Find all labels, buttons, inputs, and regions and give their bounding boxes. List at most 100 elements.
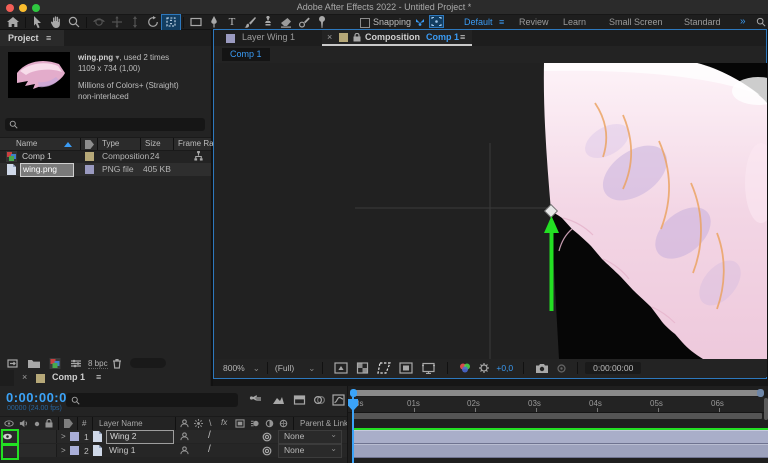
time-navigator[interactable]: [352, 390, 762, 396]
show-snapshot-icon[interactable]: [555, 363, 568, 374]
orbit-camera-tool[interactable]: [90, 15, 108, 30]
exposure-value[interactable]: +0,0: [496, 363, 513, 373]
grid-guide-options-icon[interactable]: [334, 362, 348, 374]
mini-flowchart-icon[interactable]: [193, 151, 204, 162]
hand-tool[interactable]: [47, 15, 65, 30]
mask-path-visibility-icon[interactable]: [399, 362, 413, 374]
magnification-chevron-icon[interactable]: ⌄: [253, 363, 260, 374]
parent-pickwhip-icon[interactable]: [262, 432, 272, 442]
shy-layers-icon[interactable]: [293, 394, 306, 406]
tab-close-icon[interactable]: ×: [327, 32, 332, 42]
rotation-tool[interactable]: [144, 15, 162, 30]
layer-color-chip[interactable]: [70, 446, 79, 455]
layer-name-box[interactable]: Wing 2: [106, 430, 174, 444]
brush-tool[interactable]: [241, 15, 259, 30]
timeline-tab-close-icon[interactable]: ×: [22, 372, 27, 382]
project-search-input[interactable]: [5, 118, 205, 131]
snapping-checkbox[interactable]: [360, 18, 370, 28]
layer-color-chip[interactable]: [70, 432, 79, 441]
pen-tool[interactable]: [205, 15, 223, 30]
composition-viewer-tab[interactable]: × Composition Comp 1 ≡: [322, 30, 472, 46]
parent-dropdown[interactable]: None ⌄: [278, 444, 342, 458]
home-button[interactable]: [4, 15, 22, 30]
dolly-camera-tool[interactable]: [126, 15, 144, 30]
layer-viewer-tab[interactable]: Layer Wing 1: [242, 32, 295, 42]
shy-switch[interactable]: [180, 432, 189, 441]
frame-blending-icon[interactable]: [313, 394, 326, 406]
workspace-tab-default[interactable]: Default: [464, 17, 493, 27]
navigator-end-handle[interactable]: [757, 389, 764, 397]
quality-switch[interactable]: /: [208, 444, 211, 455]
bit-depth-button[interactable]: 8 bpc: [88, 359, 108, 369]
current-timecode[interactable]: 0:00:00:00: [6, 390, 75, 405]
column-size[interactable]: Size: [145, 139, 161, 148]
resolution-chevron-icon[interactable]: ⌄: [308, 363, 315, 374]
solo-toggle[interactable]: [29, 444, 44, 457]
lock-toggle[interactable]: [43, 430, 57, 443]
sort-ascending-icon[interactable]: [64, 142, 72, 147]
quality-switch[interactable]: /: [208, 430, 211, 441]
timeline-panel-menu-icon[interactable]: ≡: [96, 372, 101, 382]
composition-viewer[interactable]: [215, 63, 767, 359]
resolution-dropdown[interactable]: (Full): [275, 363, 294, 373]
lock-icon[interactable]: [353, 33, 361, 42]
workspace-overflow-chevron[interactable]: »: [740, 16, 746, 27]
region-of-interest-icon[interactable]: [377, 362, 391, 374]
zoom-tool[interactable]: [65, 15, 83, 30]
exposure-gear-icon[interactable]: [478, 362, 490, 374]
eraser-tool[interactable]: [277, 15, 295, 30]
navigator-start-handle[interactable]: [350, 389, 357, 397]
pan-camera-tool[interactable]: [108, 15, 126, 30]
graph-editor-icon[interactable]: [332, 394, 345, 406]
roto-brush-tool[interactable]: [295, 15, 313, 30]
layer-bar-wing2[interactable]: [352, 430, 768, 444]
transparency-grid-icon[interactable]: [356, 362, 369, 374]
pan-behind-anchor-tool[interactable]: [162, 15, 180, 30]
project-row-wing[interactable]: wing.png PNG file 405 KB: [0, 163, 211, 176]
layer-name[interactable]: Wing 1: [109, 445, 135, 455]
workspace-search-icon[interactable]: [756, 17, 766, 27]
project-row-comp1[interactable]: Comp 1 Composition 24: [0, 150, 211, 163]
solo-toggle[interactable]: [29, 430, 44, 443]
snap-beyond-range-icon[interactable]: [430, 16, 443, 27]
snapshot-camera-icon[interactable]: [535, 363, 549, 374]
puppet-pin-tool[interactable]: [313, 15, 331, 30]
label-color-chip[interactable]: [85, 152, 94, 161]
new-folder-icon[interactable]: [28, 358, 41, 369]
expand-arrow[interactable]: >: [61, 432, 66, 441]
clone-stamp-tool[interactable]: [259, 15, 277, 30]
workspace-tab-standard[interactable]: Standard: [684, 17, 721, 27]
project-panel-menu-icon[interactable]: ≡: [46, 33, 51, 43]
layer-row-wing2[interactable]: > 1 Wing 2 / None ⌄: [0, 430, 347, 443]
footage-thumbnail[interactable]: [8, 52, 70, 98]
parent-pickwhip-icon[interactable]: [262, 446, 272, 456]
channel-options-icon[interactable]: [458, 362, 472, 374]
snap-to-features-icon[interactable]: [414, 17, 426, 28]
parent-link-column-header[interactable]: Parent & Link: [300, 419, 348, 428]
column-name[interactable]: Name: [16, 139, 37, 148]
label-color-chip[interactable]: [85, 165, 94, 174]
new-composition-icon[interactable]: [49, 358, 61, 369]
workspace-tab-small-screen[interactable]: Small Screen: [609, 17, 663, 27]
workspace-menu-icon[interactable]: ≡: [499, 17, 504, 27]
magnification-dropdown[interactable]: 800%: [223, 363, 245, 373]
viewer-menu-icon[interactable]: ≡: [460, 32, 465, 42]
layer-row-wing1[interactable]: > 2 Wing 1 / None ⌄: [0, 444, 347, 457]
comp-breadcrumb[interactable]: Comp 1: [222, 48, 270, 61]
timeline-search-input[interactable]: [66, 393, 238, 407]
viewer-timecode[interactable]: 0:00:00:00: [585, 362, 641, 374]
layer-bar-wing1[interactable]: [352, 444, 768, 458]
mini-flowchart-icon[interactable]: [249, 394, 262, 406]
draft-3d-icon[interactable]: [272, 394, 285, 406]
workspace-tab-learn[interactable]: Learn: [563, 17, 586, 27]
time-ruler[interactable]: 0s 01s 02s 03s 04s 05s 06s: [348, 397, 768, 413]
workspace-tab-review[interactable]: Review: [519, 17, 549, 27]
shy-switch[interactable]: [180, 446, 189, 455]
expand-arrow[interactable]: >: [61, 446, 66, 455]
project-settings-icon[interactable]: [70, 358, 82, 369]
rectangle-tool[interactable]: [187, 15, 205, 30]
delete-icon[interactable]: [112, 358, 122, 369]
view-layout-icon[interactable]: [421, 362, 436, 374]
parent-dropdown[interactable]: None ⌄: [278, 430, 342, 444]
label-column-icon[interactable]: [85, 140, 94, 149]
